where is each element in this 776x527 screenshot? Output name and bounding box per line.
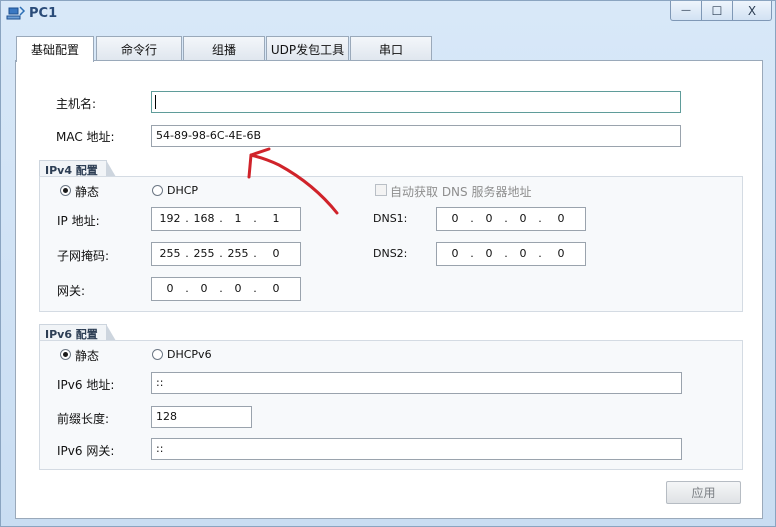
ip-octet: 192 — [159, 212, 181, 225]
ipv6-address-input[interactable]: :: — [151, 372, 682, 394]
subnet-mask-input[interactable]: 255 . 255 . 255 . 0 — [151, 242, 301, 266]
dns1-octet: 0 — [485, 212, 493, 225]
close-icon: X — [747, 3, 757, 18]
tab-udp-tool[interactable]: UDP发包工具 — [266, 36, 349, 61]
ipv4-dhcp-radio[interactable] — [152, 185, 163, 196]
tab-label: 串口 — [378, 42, 403, 57]
dns1-octet: 0 — [557, 212, 565, 225]
maximize-button[interactable]: ☐ — [701, 1, 733, 21]
dns1-octet: 0 — [519, 212, 527, 225]
ipv4-static-radio[interactable] — [60, 185, 71, 196]
ipv6-gateway-label: IPv6 网关: — [57, 444, 115, 458]
ipv4-section-title: IPv4 配置 — [39, 160, 116, 177]
gateway-input[interactable]: 0 . 0 . 0 . 0 — [151, 277, 301, 301]
mask-octet: 255 — [159, 247, 181, 260]
ipv6-dhcp-label: DHCPv6 — [167, 348, 212, 361]
ipv6-static-label: 静态 — [75, 349, 100, 363]
tab-label: 命令行 — [120, 42, 157, 57]
ipv6-group: 静态 DHCPv6 IPv6 地址: :: 前缀长度: 128 IPv6 网关:… — [39, 340, 743, 470]
dns2-input[interactable]: 0 . 0 . 0 . 0 — [436, 242, 586, 266]
ipv6-section-title: IPv6 配置 — [39, 324, 116, 341]
text-caret — [155, 95, 156, 109]
pc-app-icon — [6, 6, 26, 20]
auto-dns-label: 自动获取 DNS 服务器地址 — [390, 185, 532, 199]
ipv4-static-label: 静态 — [75, 185, 100, 199]
tab-basic-config[interactable]: 基础配置 — [16, 36, 94, 62]
ipv6-dhcp-radio[interactable] — [152, 349, 163, 360]
mask-octet: 255 — [227, 247, 249, 260]
dns2-label: DNS2: — [373, 247, 408, 260]
ip-octet: 168 — [193, 212, 215, 225]
tab-multicast[interactable]: 组播 — [183, 36, 265, 61]
dns2-octet: 0 — [519, 247, 527, 260]
dns2-octet: 0 — [485, 247, 493, 260]
hostname-label: 主机名: — [56, 97, 97, 111]
ipv6-static-radio[interactable] — [60, 349, 71, 360]
mask-octet: 0 — [272, 247, 280, 260]
tab-label: 基础配置 — [30, 43, 79, 57]
prefix-length-label: 前缀长度: — [57, 412, 110, 426]
apply-button[interactable]: 应用 — [666, 481, 741, 504]
tab-serial[interactable]: 串口 — [350, 36, 432, 61]
maximize-icon: ☐ — [711, 3, 723, 18]
mask-octet: 255 — [193, 247, 215, 260]
window-title: PC1 — [29, 6, 58, 21]
minimize-button[interactable]: — — [670, 1, 702, 21]
title-bar[interactable]: PC1 — ☐ X — [1, 1, 775, 29]
ipv6-address-label: IPv6 地址: — [57, 378, 115, 392]
hostname-input[interactable] — [151, 91, 681, 113]
ip-address-label: IP 地址: — [57, 214, 100, 228]
prefix-length-input[interactable]: 128 — [151, 406, 252, 428]
minimize-icon: — — [681, 5, 691, 16]
subnet-mask-label: 子网掩码: — [57, 249, 110, 263]
tab-label: 组播 — [211, 42, 236, 57]
gateway-octet: 0 — [272, 282, 280, 295]
gateway-label: 网关: — [57, 284, 86, 298]
tab-label: UDP发包工具 — [270, 42, 345, 57]
dns2-octet: 0 — [557, 247, 565, 260]
close-button[interactable]: X — [732, 1, 772, 21]
gateway-octet: 0 — [166, 282, 174, 295]
dns2-octet: 0 — [451, 247, 459, 260]
mac-address-field[interactable]: 54-89-98-6C-4E-6B — [151, 125, 681, 147]
dns1-label: DNS1: — [373, 212, 408, 225]
ipv6-gateway-input[interactable]: :: — [151, 438, 682, 460]
ipv4-dhcp-label: DHCP — [167, 184, 199, 197]
basic-config-panel: 主机名: MAC 地址: 54-89-98-6C-4E-6B IPv4 配置 静… — [15, 60, 763, 519]
red-arrow-annotation — [247, 147, 339, 215]
dns1-input[interactable]: 0 . 0 . 0 . 0 — [436, 207, 586, 231]
gateway-octet: 0 — [200, 282, 208, 295]
gateway-octet: 0 — [234, 282, 242, 295]
auto-dns-checkbox[interactable] — [375, 184, 387, 196]
ipv4-group: 静态 DHCP 自动获取 DNS 服务器地址 IP 地址: 192 . 168 … — [39, 176, 743, 312]
mac-label: MAC 地址: — [56, 130, 115, 144]
dns1-octet: 0 — [451, 212, 459, 225]
tab-command-line[interactable]: 命令行 — [96, 36, 182, 61]
pc1-window: PC1 — ☐ X 基础配置 命令行 组播 UDP发包工具 串口 主机名: MA… — [0, 0, 776, 527]
